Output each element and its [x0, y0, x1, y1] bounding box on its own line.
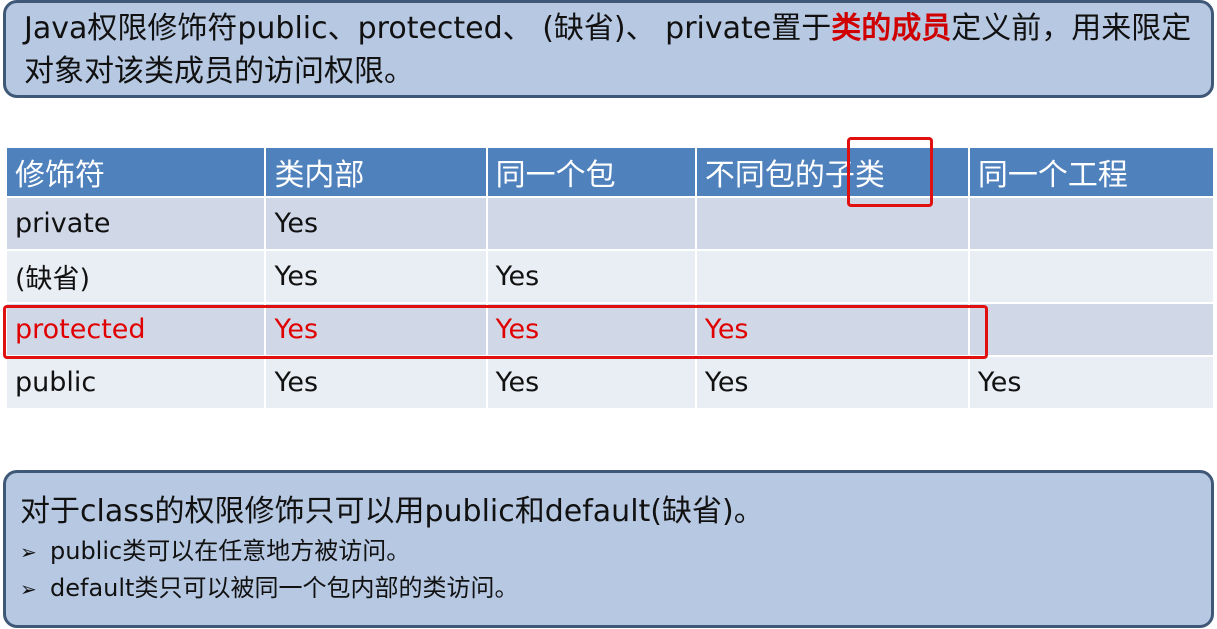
- list-item: ➢ public类可以在任意地方被访问。: [20, 533, 1195, 570]
- protected-row-highlight-box: [3, 305, 988, 359]
- list-item-text: default类只可以被同一个包内部的类访问。: [50, 574, 519, 602]
- arrow-bullet-icon: ➢: [20, 577, 37, 601]
- header-same-package: 同一个包: [487, 148, 695, 196]
- bottom-note-title: 对于class的权限修饰只可以用public和default(缺省)。: [20, 494, 764, 529]
- table-cell: Yes: [487, 251, 695, 302]
- header-same-project: 同一个工程: [969, 148, 1213, 196]
- table-cell: Yes: [969, 357, 1213, 408]
- table-cell: private: [7, 198, 265, 249]
- arrow-bullet-icon: ➢: [20, 540, 37, 564]
- table-cell: Yes: [266, 357, 486, 408]
- table-cell: Yes: [487, 357, 695, 408]
- table-row: private Yes: [7, 198, 1213, 249]
- top-note-text: Java权限修饰符public、protected、 (缺省)、 private…: [24, 11, 832, 46]
- table-cell: Yes: [266, 198, 486, 249]
- table-cell: [969, 304, 1213, 355]
- bottom-note-box: 对于class的权限修饰只可以用public和default(缺省)。 ➢ pub…: [3, 470, 1214, 628]
- header-modifier: 修饰符: [7, 148, 265, 196]
- list-item-text: public类可以在任意地方被访问。: [50, 537, 411, 565]
- table-header-row: 修饰符 类内部 同一个包 不同包的子类 同一个工程: [7, 148, 1213, 196]
- table-cell: [487, 198, 695, 249]
- subclass-highlight-box: [847, 137, 933, 207]
- table-cell: [969, 198, 1213, 249]
- table-cell: public: [7, 357, 265, 408]
- table-cell: Yes: [266, 251, 486, 302]
- table-cell: [969, 251, 1213, 302]
- table-cell: Yes: [696, 357, 968, 408]
- table-cell: [696, 251, 968, 302]
- table-row: (缺省) Yes Yes: [7, 251, 1213, 302]
- access-modifier-table: 修饰符 类内部 同一个包 不同包的子类 同一个工程 private Yes (缺…: [5, 146, 1215, 410]
- list-item: ➢ default类只可以被同一个包内部的类访问。: [20, 570, 1195, 607]
- top-note-highlight: 类的成员: [831, 11, 952, 46]
- header-class-inside: 类内部: [266, 148, 486, 196]
- table-cell: (缺省): [7, 251, 265, 302]
- table-row: public Yes Yes Yes Yes: [7, 357, 1213, 408]
- top-note-box: Java权限修饰符public、protected、 (缺省)、 private…: [3, 0, 1214, 98]
